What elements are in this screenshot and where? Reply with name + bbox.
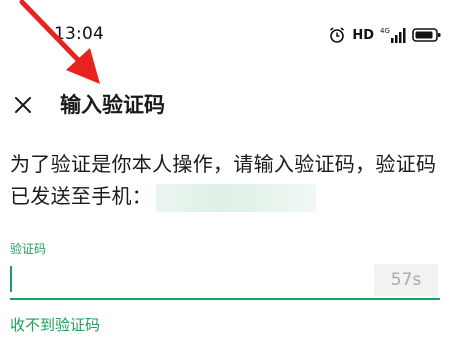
page-title: 输入验证码 — [60, 93, 165, 117]
code-field-label: 验证码 — [10, 242, 47, 256]
text-cursor — [10, 266, 12, 292]
close-icon — [15, 97, 31, 113]
alarm-icon — [330, 27, 345, 43]
header: 输入验证码 — [0, 84, 452, 128]
status-icons: HD 4G — [328, 24, 442, 46]
resend-countdown-button: 57s — [374, 264, 438, 296]
no-code-received-link[interactable]: 收不到验证码 — [10, 314, 100, 335]
code-input[interactable] — [16, 262, 370, 298]
signal-icon: 4G — [380, 27, 406, 43]
battery-icon — [412, 28, 441, 42]
hd-indicator: HD — [352, 27, 374, 43]
status-time: 13:04 — [54, 24, 104, 44]
masked-phone-number — [156, 183, 317, 212]
close-button[interactable] — [8, 90, 38, 120]
verification-description: 为了验证是你本人操作，请输入验证码，验证码已发送至手机： — [10, 148, 450, 212]
network-label: 4G — [380, 27, 390, 35]
status-bar: 13:04 HD 4G — [0, 0, 452, 70]
code-field[interactable]: 57s — [10, 262, 440, 300]
